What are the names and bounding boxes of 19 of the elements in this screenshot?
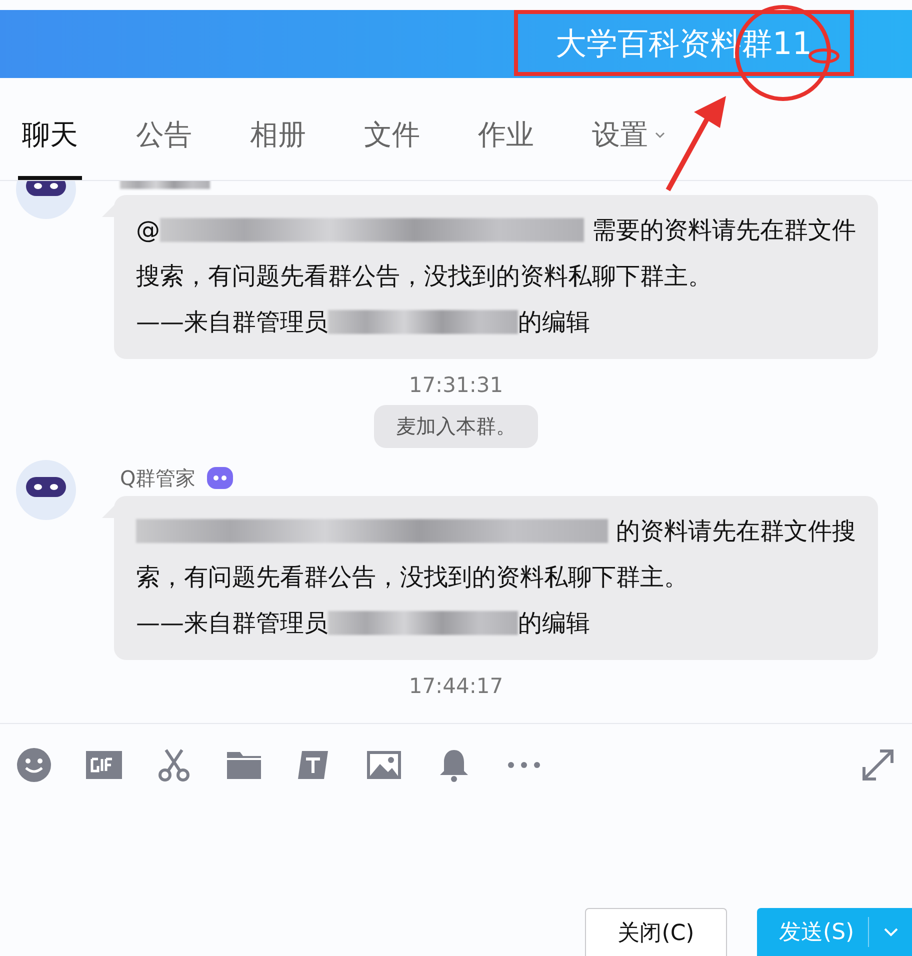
tab[interactable]: 文件: [360, 116, 424, 180]
tab[interactable]: 设置: [588, 116, 670, 180]
timestamp: 17:44:17: [408, 674, 504, 698]
timestamp: 17:31:31: [408, 373, 504, 397]
message-text: 搜索，有问题先看群公告，没找到的资料私聊下群主。: [136, 261, 712, 292]
message-text: ——来自群管理员: [136, 608, 328, 639]
tab[interactable]: 相册: [246, 116, 310, 180]
message-text: 的编辑: [518, 307, 590, 338]
message-text: 的编辑: [518, 608, 590, 639]
message-text: @: [136, 215, 160, 246]
message-text: ——来自群管理员: [136, 307, 328, 338]
system-notice: 麦加入本群。: [374, 405, 538, 448]
message-text: 索，有问题先看群公告，没找到的资料私聊下群主。: [136, 562, 688, 593]
tab[interactable]: 公告: [132, 116, 196, 180]
close-button[interactable]: 关闭(C): [585, 908, 727, 956]
sender-name: Q群管家: [120, 464, 196, 492]
message-text: 的资料请先在群文件搜: [616, 516, 856, 547]
message-text: 需要的资料请先在群文件: [592, 215, 856, 246]
tab[interactable]: 作业: [474, 116, 538, 180]
